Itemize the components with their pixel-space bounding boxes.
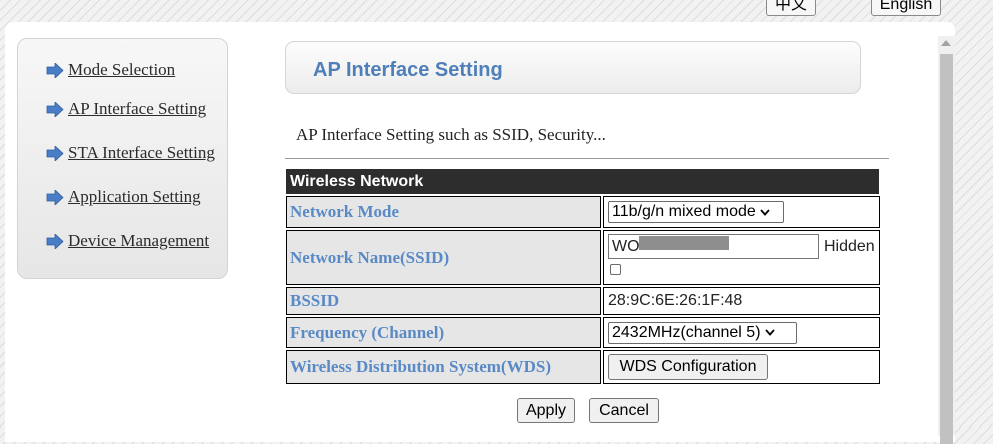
wds-label: Wireless Distribution System(WDS) [286,350,601,384]
sidebar-item-label: AP Interface Setting [68,99,207,118]
arrow-right-icon [46,101,64,117]
network-mode-value: 11b/g/n mixed mode [612,203,756,220]
sidebar-item-application-setting[interactable]: Application Setting [46,187,201,207]
ssid-value: WO [612,237,640,255]
network-mode-cell: 11b/g/n mixed mode [603,196,880,228]
redacted-text [639,236,729,250]
frequency-label: Frequency (Channel) [286,317,601,348]
chevron-down-icon [760,208,770,216]
chevron-down-icon [764,329,775,336]
sidebar-nav: Mode Selection AP Interface Setting STA … [17,38,228,279]
wds-cell: WDS Configuration [603,350,880,384]
bssid-label: BSSID [286,287,601,315]
table-header: Wireless Network [286,169,879,194]
arrow-right-icon [46,145,64,161]
frequency-value: 2432MHz(channel 5) [612,323,761,341]
language-chinese-button[interactable]: 中文 [766,0,816,16]
sidebar-item-label: Application Setting [68,187,201,206]
wds-configuration-button[interactable]: WDS Configuration [608,354,768,380]
divider [285,158,889,159]
sidebar-item-label: STA Interface Setting [68,143,215,162]
language-english-button[interactable]: English [871,0,941,16]
bssid-value: 28:9C:6E:26:1F:48 [603,287,880,315]
sidebar-item-sta-interface-setting[interactable]: STA Interface Setting [46,143,215,163]
page-title: AP Interface Setting [313,59,503,81]
hidden-label: Hidden [824,237,875,255]
network-mode-label: Network Mode [286,196,601,228]
sidebar-item-ap-interface-setting[interactable]: AP Interface Setting [46,99,206,119]
page-title-box: AP Interface Setting [285,41,861,94]
page-description: AP Interface Setting such as SSID, Secur… [296,125,606,144]
ssid-cell: WO Hidden [603,230,880,285]
sidebar-item-mode-selection[interactable]: Mode Selection [46,60,175,80]
apply-button[interactable]: Apply [517,398,575,423]
frequency-select[interactable]: 2432MHz(channel 5) [608,321,797,344]
hidden-ssid-checkbox[interactable] [610,264,621,275]
ssid-label: Network Name(SSID) [286,230,601,285]
scrollbar-thumb[interactable] [940,54,953,444]
sidebar-item-label: Mode Selection [68,60,176,79]
arrow-right-icon [46,189,64,205]
scroll-up-arrow-icon[interactable] [941,40,951,46]
sidebar-item-label: Device Management [68,231,210,250]
arrow-right-icon [46,233,64,249]
network-mode-select[interactable]: 11b/g/n mixed mode [608,201,784,223]
ssid-input[interactable]: WO [608,234,819,259]
sidebar-item-device-management[interactable]: Device Management [46,231,209,251]
arrow-right-icon [46,62,64,78]
scrollbar[interactable] [938,36,955,444]
cancel-button[interactable]: Cancel [589,398,659,423]
frequency-cell: 2432MHz(channel 5) [603,317,880,348]
